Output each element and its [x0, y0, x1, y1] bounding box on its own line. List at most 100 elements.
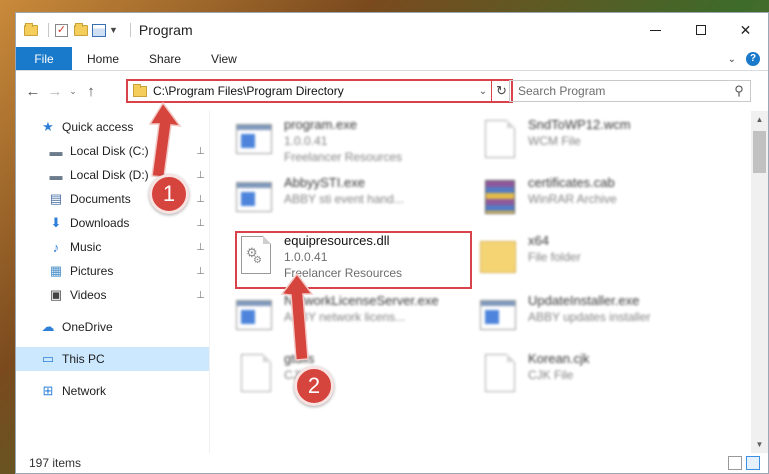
file-item[interactable]: Korean.cjk CJK File	[480, 351, 720, 401]
pin-icon[interactable]: ⊥	[196, 170, 205, 181]
pin-icon[interactable]: ⊥	[196, 218, 205, 229]
sidebar-item-label: Local Disk (D:)	[70, 168, 149, 182]
file-company: Freelancer Resources	[284, 150, 403, 164]
file-type: WCM File	[528, 134, 581, 148]
file-version: 1.0.0.41	[284, 134, 328, 148]
pin-icon[interactable]: ⊥	[196, 194, 205, 205]
sidebar-item-pictures[interactable]: ▦ Pictures ⊥	[16, 259, 209, 283]
file-item[interactable]: SndToWP12.wcm WCM File	[480, 117, 720, 167]
file-name: certificates.cab	[528, 175, 615, 190]
folder-icon[interactable]	[24, 22, 38, 36]
sidebar-item-downloads[interactable]: ⬇ Downloads ⊥	[16, 211, 209, 235]
sidebar-item-this-pc[interactable]: ▭ This PC	[16, 347, 209, 371]
folder-icon	[133, 83, 147, 97]
ribbon-tabs: File Home Share View ⌄ ?	[16, 47, 768, 71]
window-controls: ✕	[633, 13, 768, 47]
forward-button[interactable]: →	[44, 83, 66, 100]
file-item[interactable]: NetworkLicenseServer.exe ABBY network li…	[236, 293, 476, 343]
vertical-scrollbar[interactable]: ▲ ▼	[751, 111, 768, 453]
highlight-box	[235, 231, 472, 289]
cloud-icon: ☁	[41, 319, 55, 334]
navigation-bar: ← → ⌄ ↑ C:\Program Files\Program Directo…	[16, 71, 768, 111]
file-type: WinRAR Archive	[528, 192, 617, 206]
file-type: CJK File	[528, 368, 574, 382]
pin-icon[interactable]: ⊥	[196, 146, 205, 157]
search-icon[interactable]: ⚲	[728, 83, 750, 99]
file-icon	[236, 351, 276, 395]
recent-locations-chevron-icon[interactable]: ⌄	[66, 86, 80, 97]
tab-home[interactable]: Home	[72, 47, 134, 70]
file-name: SndToWP12.wcm	[528, 117, 631, 132]
divider	[48, 23, 49, 37]
pin-icon[interactable]: ⊥	[196, 290, 205, 301]
new-folder-icon[interactable]	[74, 22, 88, 36]
up-button[interactable]: ↑	[80, 83, 102, 100]
sidebar-item-onedrive[interactable]: ☁ OneDrive	[16, 315, 209, 339]
address-bar[interactable]: C:\Program Files\Program Directory ⌄ ↻	[126, 79, 513, 103]
search-input[interactable]: Search Program	[518, 84, 728, 98]
documents-icon: ▤	[49, 191, 63, 206]
maximize-button[interactable]	[678, 13, 723, 47]
sidebar-item-videos[interactable]: ▣ Videos ⊥	[16, 283, 209, 307]
tab-view[interactable]: View	[196, 47, 252, 70]
properties-icon[interactable]	[92, 23, 106, 37]
tab-share[interactable]: Share	[134, 47, 196, 70]
sidebar-item-label: Documents	[70, 192, 131, 206]
properties-check-icon[interactable]: ✓	[55, 23, 68, 37]
refresh-icon[interactable]: ↻	[491, 81, 511, 101]
file-name: gtdlls	[284, 351, 315, 366]
sidebar-item-music[interactable]: ♪ Music ⊥	[16, 235, 209, 259]
file-description: ABBY updates installer	[528, 310, 651, 324]
file-name: UpdateInstaller.exe	[528, 293, 640, 308]
divider	[129, 23, 131, 37]
scroll-up-icon[interactable]: ▲	[751, 111, 768, 128]
status-bar: 197 items	[16, 453, 768, 473]
minimize-button[interactable]	[633, 13, 678, 47]
file-item[interactable]: gtdlls CJK File	[236, 351, 476, 401]
title-bar: ✓ ▼ Program ✕	[16, 13, 768, 47]
sidebar-item-label: OneDrive	[62, 320, 113, 334]
view-toggle	[728, 456, 760, 470]
file-item[interactable]: x64 File folder	[480, 233, 720, 283]
address-path[interactable]: C:\Program Files\Program Directory	[153, 84, 475, 98]
sidebar-item-label: Local Disk (C:)	[70, 144, 149, 158]
drive-icon: ▬	[49, 143, 63, 159]
archive-icon	[480, 175, 520, 219]
folder-icon	[480, 233, 520, 277]
sidebar-item-label: Quick access	[62, 120, 134, 134]
pin-icon[interactable]: ⊥	[196, 242, 205, 253]
help-icon[interactable]: ?	[746, 52, 760, 66]
tiles-view-icon[interactable]	[746, 456, 760, 470]
scroll-thumb[interactable]	[753, 131, 766, 173]
star-icon: ★	[42, 119, 54, 134]
details-view-icon[interactable]	[728, 456, 742, 470]
sidebar-item-network[interactable]: ⊞ Network	[16, 379, 209, 403]
file-name: Korean.cjk	[528, 351, 590, 366]
tab-file[interactable]: File	[16, 47, 72, 70]
sidebar-item-quick-access[interactable]: ★ Quick access	[16, 115, 209, 139]
exe-icon	[236, 175, 276, 219]
minimize-icon	[650, 29, 661, 31]
back-button[interactable]: ←	[22, 83, 44, 100]
file-name: AbbyySTI.exe	[284, 175, 365, 190]
file-item[interactable]: program.exe 1.0.0.41 Freelancer Resource…	[236, 117, 476, 167]
close-button[interactable]: ✕	[723, 13, 768, 47]
sidebar-item-local-disk-c[interactable]: ▬ Local Disk (C:) ⊥	[16, 139, 209, 163]
pin-icon[interactable]: ⊥	[196, 266, 205, 277]
exe-icon	[236, 293, 276, 337]
file-item[interactable]: UpdateInstaller.exe ABBY updates install…	[480, 293, 720, 343]
chevron-down-icon[interactable]: ⌄	[475, 86, 491, 97]
file-item[interactable]: certificates.cab WinRAR Archive	[480, 175, 720, 225]
drive-icon: ▬	[49, 167, 63, 183]
item-count: 197 items	[29, 456, 82, 470]
file-item[interactable]: AbbyySTI.exe ABBY sti event hand...	[236, 175, 476, 225]
scroll-down-icon[interactable]: ▼	[751, 436, 768, 453]
customize-dropdown-icon[interactable]: ▼	[109, 25, 118, 35]
file-name: x64	[528, 233, 549, 248]
exe-icon	[480, 293, 520, 337]
expand-ribbon-icon[interactable]: ⌄	[728, 54, 736, 65]
search-box[interactable]: Search Program ⚲	[509, 80, 751, 102]
